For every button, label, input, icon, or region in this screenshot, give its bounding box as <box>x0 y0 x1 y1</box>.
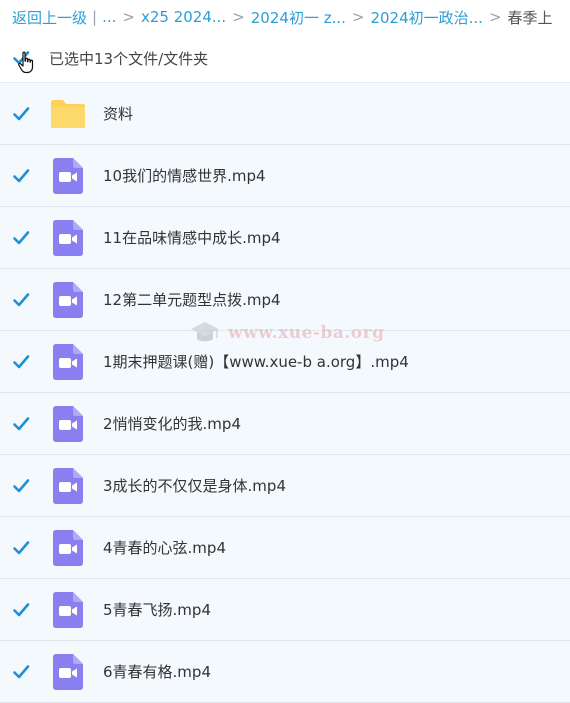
video-file-icon <box>50 467 86 504</box>
breadcrumb-crumb-2[interactable]: 2024初一 z... <box>251 7 346 28</box>
breadcrumb-crumb-1[interactable]: x25 2024... <box>141 8 226 26</box>
file-name[interactable]: 1期末押题课(赠)【www.xue-b a.org】.mp4 <box>103 351 409 372</box>
hand-cursor-icon <box>18 51 34 74</box>
file-name[interactable]: 2悄悄变化的我.mp4 <box>103 413 241 434</box>
file-list: 资料 10我们的情感世界.mp4 11在品味情感中成长.mp4 12第二单元题型点拨.… <box>0 82 570 703</box>
breadcrumb-divider: | <box>92 8 98 26</box>
file-row[interactable]: 4青春的心弦.mp4 <box>0 517 570 579</box>
check-icon <box>13 664 30 678</box>
file-row[interactable]: 1期末押题课(赠)【www.xue-b a.org】.mp4 <box>0 331 570 393</box>
breadcrumb-separator: > <box>351 8 365 26</box>
breadcrumb-current: 春季上 <box>507 8 553 27</box>
video-file-icon <box>50 343 86 380</box>
row-checkbox[interactable] <box>12 539 30 557</box>
file-name[interactable]: 10我们的情感世界.mp4 <box>103 165 266 186</box>
breadcrumb-separator: > <box>488 8 502 26</box>
file-row[interactable]: 12第二单元题型点拨.mp4 <box>0 269 570 331</box>
row-checkbox[interactable] <box>12 663 30 681</box>
breadcrumb-crumb-3[interactable]: 2024初一政治... <box>370 7 482 28</box>
file-name[interactable]: 5青春飞扬.mp4 <box>103 599 211 620</box>
check-icon <box>13 478 30 492</box>
selection-count-label: 已选中13个文件/文件夹 <box>49 49 209 68</box>
file-name[interactable]: 资料 <box>103 103 133 124</box>
file-row[interactable]: 2悄悄变化的我.mp4 <box>0 393 570 455</box>
file-name[interactable]: 12第二单元题型点拨.mp4 <box>103 289 281 310</box>
file-name[interactable]: 4青春的心弦.mp4 <box>103 537 226 558</box>
row-checkbox[interactable] <box>12 601 30 619</box>
folder-icon <box>50 96 86 132</box>
check-icon <box>13 354 30 368</box>
check-icon <box>13 230 30 244</box>
back-link[interactable]: 返回上一级 <box>12 7 87 28</box>
video-file-icon <box>50 405 86 442</box>
file-name[interactable]: 3成长的不仅仅是身体.mp4 <box>103 475 286 496</box>
video-file-icon <box>50 157 86 194</box>
check-icon <box>13 292 30 306</box>
row-checkbox[interactable] <box>12 167 30 185</box>
file-row[interactable]: 资料 <box>0 82 570 145</box>
file-name[interactable]: 11在品味情感中成长.mp4 <box>103 227 281 248</box>
file-name[interactable]: 6青春有格.mp4 <box>103 661 211 682</box>
file-row[interactable]: 10我们的情感世界.mp4 <box>0 145 570 207</box>
check-icon <box>13 416 30 430</box>
check-icon <box>13 602 30 616</box>
row-checkbox[interactable] <box>12 105 30 123</box>
row-checkbox[interactable] <box>12 415 30 433</box>
file-row[interactable]: 5青春飞扬.mp4 <box>0 579 570 641</box>
video-file-icon <box>50 281 86 318</box>
breadcrumb-ellipsis[interactable]: ... <box>102 8 116 26</box>
check-icon <box>13 540 30 554</box>
video-file-icon <box>50 653 86 690</box>
breadcrumb-separator: > <box>122 8 135 26</box>
breadcrumb-separator: > <box>232 8 245 26</box>
video-file-icon <box>50 219 86 256</box>
selection-bar: 已选中13个文件/文件夹 <box>0 34 570 82</box>
file-row[interactable]: 3成长的不仅仅是身体.mp4 <box>0 455 570 517</box>
row-checkbox[interactable] <box>12 291 30 309</box>
file-row[interactable]: 11在品味情感中成长.mp4 <box>0 207 570 269</box>
row-checkbox[interactable] <box>12 353 30 371</box>
row-checkbox[interactable] <box>12 229 30 247</box>
video-file-icon <box>50 591 86 628</box>
row-checkbox[interactable] <box>12 477 30 495</box>
check-icon <box>13 168 30 182</box>
file-row[interactable]: 6青春有格.mp4 <box>0 641 570 703</box>
breadcrumb: 返回上一级 | ... > x25 2024... > 2024初一 z... … <box>0 0 570 34</box>
video-file-icon <box>50 529 86 566</box>
check-icon <box>13 106 30 120</box>
